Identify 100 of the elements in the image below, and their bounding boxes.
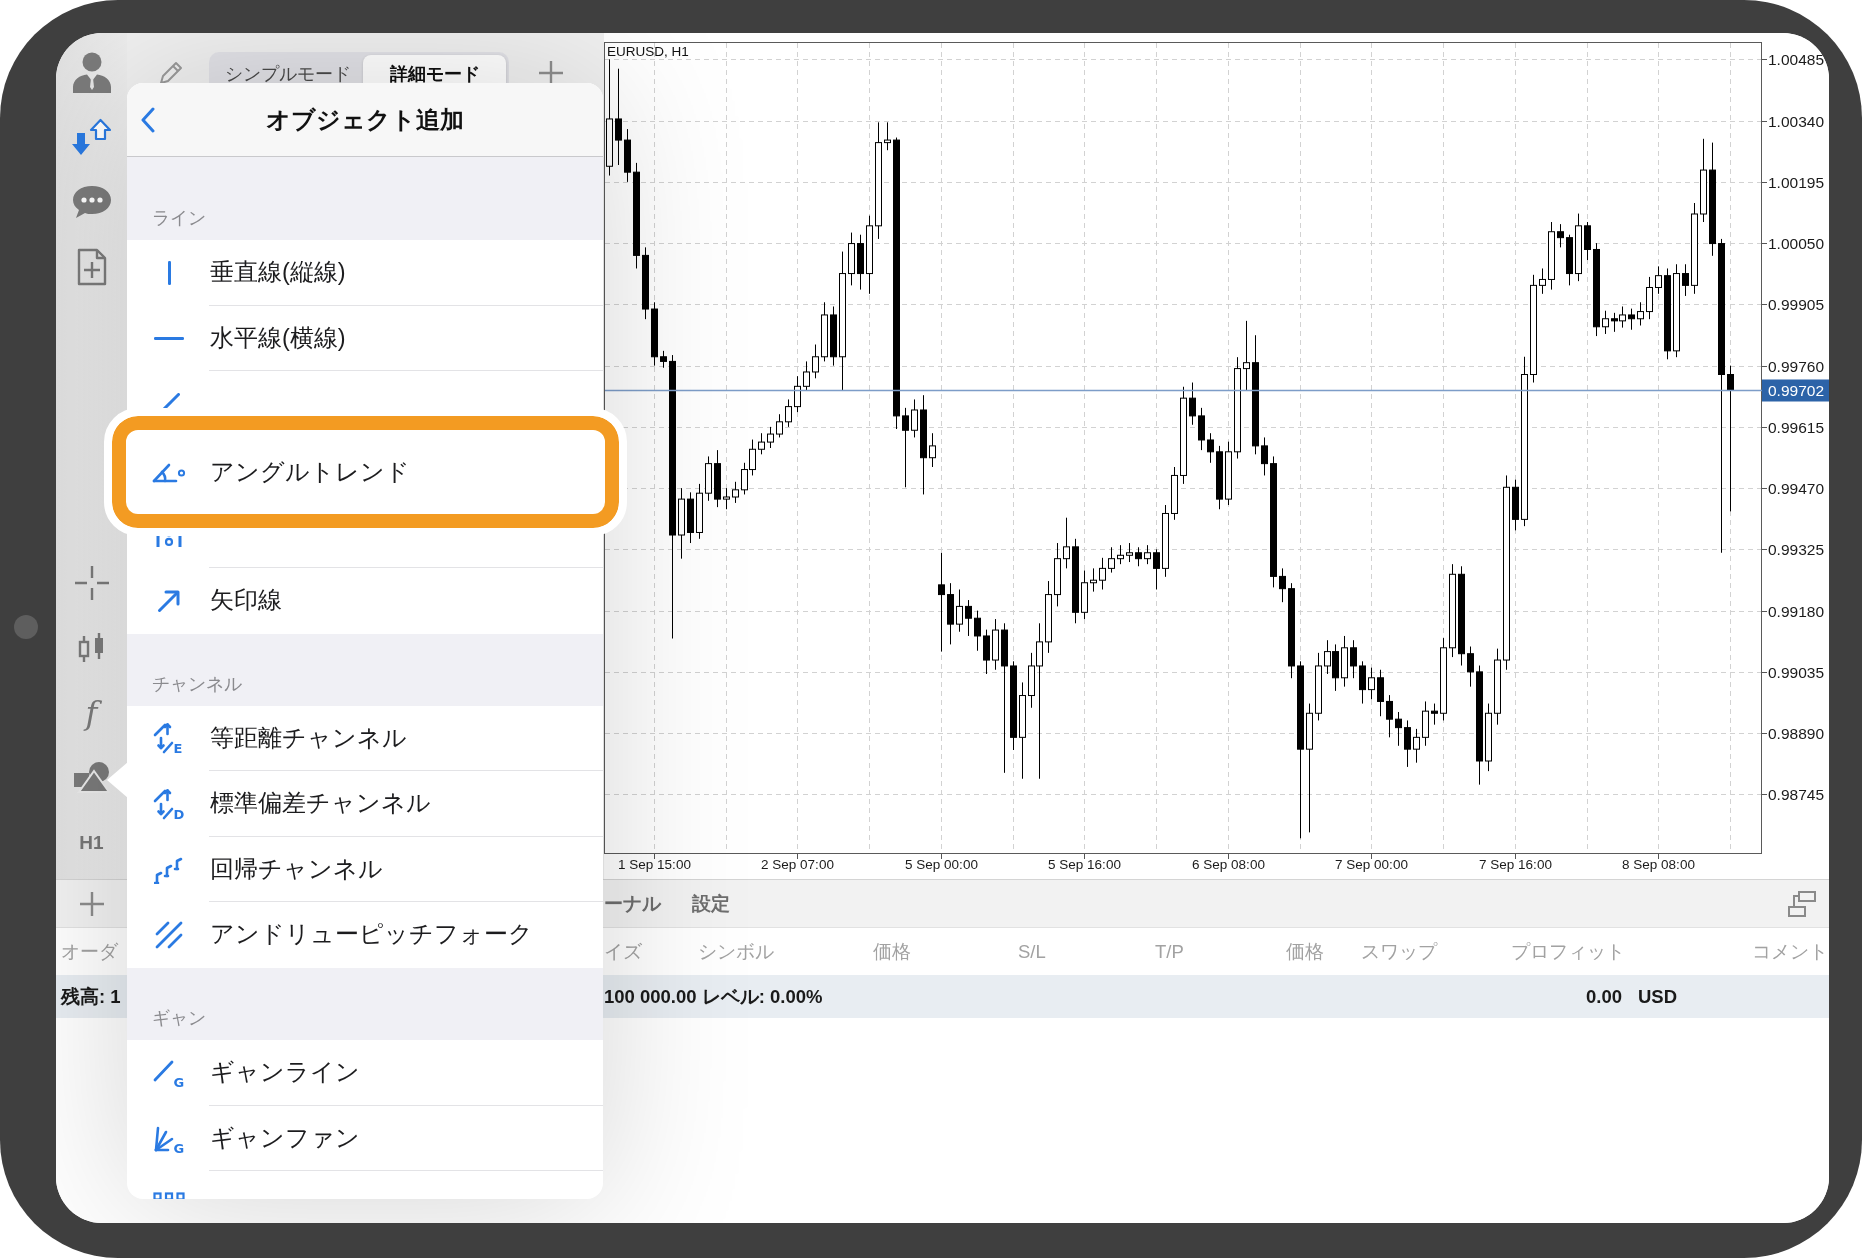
back-icon[interactable]	[141, 107, 155, 133]
ref-line-label: 0.99702	[1768, 382, 1825, 399]
price-axis-label: 0.99180	[1768, 603, 1825, 620]
menu-item[interactable]: 矢印線	[127, 567, 603, 634]
candle	[1431, 703, 1438, 726]
candle	[1359, 660, 1366, 705]
candle	[965, 599, 972, 637]
candle	[1377, 669, 1384, 717]
menu-item[interactable]: 回帰チャンネル	[127, 836, 603, 903]
candle	[1557, 223, 1564, 248]
time-axis-label: 7 Sep 16:00	[1479, 857, 1552, 872]
candle	[830, 306, 837, 367]
add-document-icon[interactable]	[76, 247, 107, 286]
time-axis-label: 6 Sep 08:00	[1192, 857, 1265, 872]
arrow-icon	[157, 588, 181, 613]
candle	[1539, 268, 1546, 295]
candle	[1584, 221, 1591, 261]
candle	[1099, 557, 1106, 590]
candle	[812, 344, 819, 379]
candle	[660, 350, 667, 369]
candle	[1646, 276, 1653, 320]
candle	[1628, 308, 1635, 331]
vertical-line-icon	[167, 260, 171, 285]
candle	[723, 487, 730, 510]
column-header: イズ	[604, 940, 642, 964]
candle	[1386, 694, 1393, 738]
mode-tab[interactable]: シンプルモード	[212, 55, 363, 92]
shapes-icon[interactable]	[73, 762, 110, 793]
chat-icon[interactable]	[71, 184, 112, 219]
candle	[1368, 667, 1375, 700]
balance-text: USD	[1638, 985, 1678, 1008]
popover-title: オブジェクト追加	[266, 105, 464, 135]
price-axis-label: 0.98745	[1768, 786, 1825, 803]
candle	[758, 432, 765, 455]
menu-item[interactable]: E 等距離チャンネル	[127, 705, 603, 772]
candle	[1135, 546, 1142, 567]
column-header: コメント	[1752, 940, 1828, 964]
candle	[1063, 517, 1070, 569]
candle	[696, 483, 703, 540]
candle	[947, 582, 954, 645]
candle	[1126, 542, 1133, 563]
candlestick-icon[interactable]	[77, 632, 106, 663]
candle	[1575, 213, 1582, 282]
timeframe-button[interactable]: H1	[79, 833, 104, 852]
candle	[1404, 719, 1411, 768]
candle	[1108, 546, 1115, 574]
candle	[1243, 320, 1250, 392]
candle	[1602, 310, 1609, 335]
column-header: 価格	[873, 940, 911, 964]
trade-arrows-icon[interactable]	[71, 117, 112, 156]
candle	[1279, 567, 1286, 603]
section-heading: チャンネル	[152, 673, 242, 694]
cycle-lines-icon	[156, 535, 182, 548]
section-heading: ギャン	[152, 1007, 206, 1028]
price-axis-label: 1.00340	[1768, 113, 1825, 130]
time-axis-label: 5 Sep 16:00	[1048, 857, 1121, 872]
candle	[1207, 432, 1214, 464]
candle	[1395, 711, 1402, 747]
menu-item[interactable]: G ギャンライン	[127, 1039, 603, 1106]
candle	[911, 398, 918, 438]
candle	[732, 481, 739, 504]
column-header: S/L	[1018, 940, 1046, 963]
candle	[1189, 382, 1196, 426]
user-icon[interactable]	[71, 50, 112, 93]
pencil-icon[interactable]	[158, 60, 184, 86]
add-icon[interactable]	[538, 60, 564, 86]
candle	[1153, 548, 1160, 590]
panel-tab[interactable]: 設定	[692, 890, 730, 917]
menu-item[interactable]: アングルトレンド	[104, 407, 627, 536]
candle	[992, 618, 999, 671]
layout-icon[interactable]	[1788, 890, 1816, 917]
candle	[1341, 635, 1348, 688]
menu-item[interactable]: 水平線(横線)	[127, 305, 603, 372]
time-axis-label: 7 Sep 00:00	[1335, 857, 1408, 872]
menu-item[interactable]: G ギャンファン	[127, 1105, 603, 1172]
price-axis-label: 1.00195	[1768, 174, 1825, 191]
price-axis-label: 1.00050	[1768, 235, 1825, 252]
column-header: プロフィット	[1511, 940, 1625, 964]
time-axis-label: 2 Sep 07:00	[761, 857, 834, 872]
candle	[803, 360, 810, 392]
column-header: スワップ	[1361, 940, 1437, 964]
panel-tab[interactable]: ーナル	[604, 890, 661, 917]
candle	[705, 455, 712, 502]
candle	[776, 413, 783, 438]
candle	[1171, 466, 1178, 521]
balance-text: 残高: 1	[61, 985, 121, 1009]
price-axis-label: 0.99905	[1768, 296, 1825, 313]
menu-item[interactable]: 垂直線(縦線)	[127, 240, 603, 306]
add-icon[interactable]	[78, 890, 105, 917]
menu-item[interactable]: D 標準偏差チャンネル	[127, 771, 603, 837]
chart-title: EURUSD, H1	[607, 44, 689, 59]
candle	[1422, 700, 1429, 747]
candle	[1350, 639, 1357, 679]
menu-item[interactable]: アンドリューピッチフォーク	[127, 902, 603, 968]
candle	[1682, 263, 1689, 297]
crosshair-icon[interactable]	[74, 565, 109, 600]
candle	[1117, 544, 1124, 565]
candle	[1566, 234, 1573, 286]
candle	[1512, 479, 1519, 531]
current-price-tag: 0.99702	[1762, 379, 1829, 402]
